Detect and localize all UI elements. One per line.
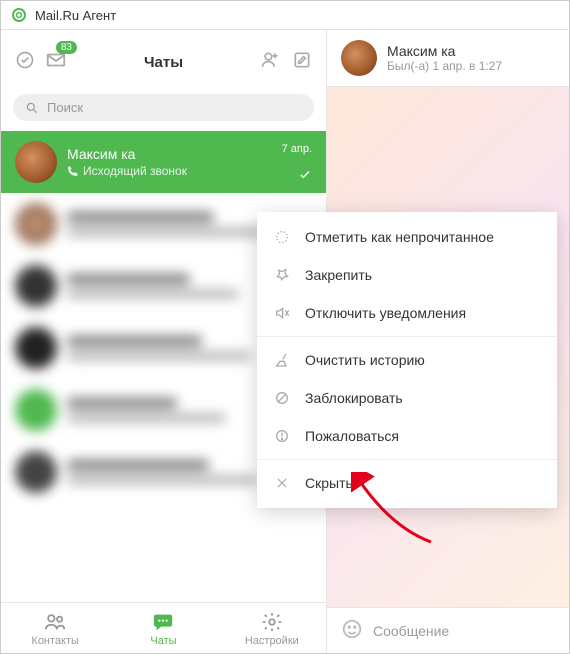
- close-icon: [273, 474, 291, 492]
- menu-pin[interactable]: Закрепить: [257, 256, 557, 294]
- check-icon: [298, 168, 312, 187]
- chat-date: 7 апр.: [282, 143, 312, 155]
- avatar[interactable]: [341, 40, 377, 76]
- menu-label: Очистить историю: [305, 352, 425, 368]
- emoji-icon[interactable]: [341, 618, 363, 643]
- search-input[interactable]: Поиск: [13, 94, 314, 121]
- chat-item-selected[interactable]: Максим ка Исходящий звонок 7 апр.: [1, 131, 326, 193]
- unread-badge: 83: [56, 41, 77, 54]
- menu-label: Скрыть: [305, 475, 353, 491]
- nav-chats[interactable]: Чаты: [109, 603, 217, 653]
- menu-clear[interactable]: Очистить историю: [257, 341, 557, 379]
- chat-name: Максим ка: [67, 146, 272, 162]
- compose-icon[interactable]: [292, 50, 312, 75]
- app-title: Mail.Ru Агент: [35, 8, 116, 23]
- menu-label: Пожаловаться: [305, 428, 399, 444]
- composer[interactable]: Сообщение: [327, 607, 569, 653]
- nav-settings-label: Настройки: [245, 635, 299, 647]
- conversation-name: Максим ка: [387, 43, 502, 59]
- bottom-nav: Контакты Чаты Настройки: [1, 602, 326, 653]
- menu-mute[interactable]: Отключить уведомления: [257, 294, 557, 332]
- gear-icon: [261, 611, 283, 633]
- nav-chats-label: Чаты: [150, 635, 176, 647]
- menu-mark-unread[interactable]: Отметить как непрочитанное: [257, 218, 557, 256]
- conversation-status: Был(-а) 1 апр. в 1:27: [387, 59, 502, 73]
- menu-hide[interactable]: Скрыть: [257, 464, 557, 502]
- nav-settings[interactable]: Настройки: [218, 603, 326, 653]
- chat-subtitle: Исходящий звонок: [83, 164, 187, 178]
- add-contact-icon[interactable]: [260, 50, 280, 75]
- search-placeholder: Поиск: [47, 100, 83, 115]
- nav-contacts-label: Контакты: [31, 635, 79, 647]
- context-menu: Отметить как непрочитанное Закрепить Отк…: [257, 212, 557, 508]
- titlebar: Mail.Ru Агент: [1, 1, 569, 30]
- pin-icon: [273, 266, 291, 284]
- dotted-circle-icon: [273, 228, 291, 246]
- menu-label: Отключить уведомления: [305, 305, 466, 321]
- chats-icon: [152, 611, 174, 633]
- chats-toolbar: 83 Чаты: [1, 30, 326, 88]
- search-icon: [25, 101, 39, 115]
- nav-contacts[interactable]: Контакты: [1, 603, 109, 653]
- menu-label: Отметить как непрочитанное: [305, 229, 494, 245]
- phone-icon: [67, 165, 79, 177]
- avatar: [15, 141, 57, 183]
- composer-placeholder: Сообщение: [373, 623, 449, 639]
- app-logo: [11, 7, 27, 23]
- menu-report[interactable]: Пожаловаться: [257, 417, 557, 455]
- alert-icon: [273, 427, 291, 445]
- conversation-header: Максим ка Был(-а) 1 апр. в 1:27: [327, 30, 569, 87]
- menu-block[interactable]: Заблокировать: [257, 379, 557, 417]
- menu-label: Закрепить: [305, 267, 372, 283]
- menu-label: Заблокировать: [305, 390, 403, 406]
- check-circle-icon[interactable]: [15, 50, 35, 75]
- envelope-icon[interactable]: 83: [45, 49, 67, 76]
- menu-separator: [257, 459, 557, 460]
- menu-separator: [257, 336, 557, 337]
- broom-icon: [273, 351, 291, 369]
- block-icon: [273, 389, 291, 407]
- mute-icon: [273, 304, 291, 322]
- contacts-icon: [44, 611, 66, 633]
